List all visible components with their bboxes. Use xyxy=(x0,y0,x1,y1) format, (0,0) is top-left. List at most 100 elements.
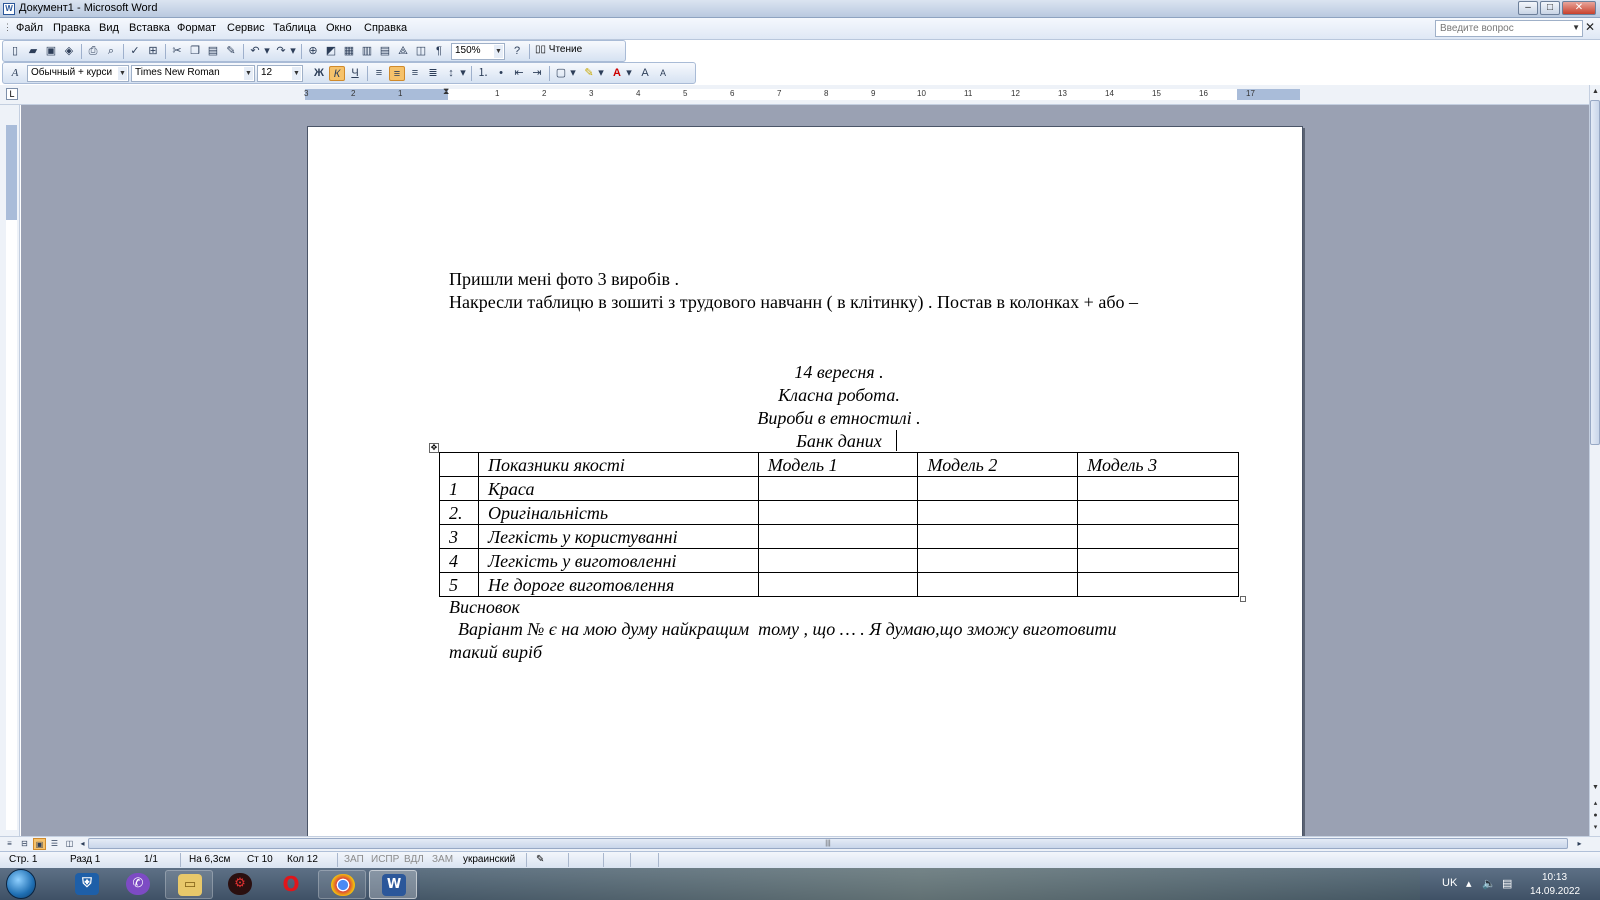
format-painter-icon[interactable]: ✎ xyxy=(223,44,239,59)
chevron-down-icon[interactable]: ▾ xyxy=(625,66,633,81)
status-track-changes[interactable]: ИСПР xyxy=(371,854,399,865)
table-cell[interactable] xyxy=(1077,572,1239,597)
table-cell[interactable] xyxy=(1077,524,1239,549)
italic-button[interactable]: К xyxy=(329,66,345,81)
status-extend-selection[interactable]: ВДЛ xyxy=(404,854,424,865)
document-map-icon[interactable]: ◫ xyxy=(413,44,429,59)
hyperlink-icon[interactable]: ⊕ xyxy=(305,44,321,59)
vertical-ruler[interactable] xyxy=(6,125,17,830)
close-button[interactable]: ✕ xyxy=(1562,1,1596,15)
menu-format[interactable]: Формат xyxy=(177,22,216,34)
chevron-down-icon[interactable]: ▾ xyxy=(569,66,577,81)
permission-icon[interactable]: ◈ xyxy=(61,44,77,59)
chevron-down-icon[interactable]: ▼ xyxy=(494,45,503,58)
print-icon[interactable]: ⎙ xyxy=(85,44,101,59)
tables-borders-icon[interactable]: ◩ xyxy=(323,44,339,59)
increase-indent-icon[interactable]: ⇥ xyxy=(529,66,545,81)
status-record-macro[interactable]: ЗАП xyxy=(344,854,364,865)
justify-icon[interactable]: ≣ xyxy=(425,66,441,81)
tab-selector-icon[interactable]: L xyxy=(6,88,18,100)
maximize-button[interactable]: □ xyxy=(1540,1,1560,15)
vertical-scroll-thumb[interactable] xyxy=(1590,100,1600,445)
web-layout-icon[interactable]: ⊟ xyxy=(18,838,31,850)
open-folder-icon[interactable]: ▰ xyxy=(25,44,41,59)
scroll-right-icon[interactable]: ▸ xyxy=(1573,838,1586,850)
status-language[interactable]: украинский xyxy=(463,854,515,865)
volume-icon[interactable]: 🔈 xyxy=(1482,877,1496,890)
menu-file[interactable]: Файл xyxy=(16,22,43,34)
highlight-icon[interactable]: ✎ xyxy=(581,66,597,81)
style-select[interactable]: Обычный + курси ▼ xyxy=(27,65,129,82)
table-cell[interactable] xyxy=(917,548,1079,573)
table-cell[interactable] xyxy=(757,572,919,597)
table-cell[interactable]: Оригінальність xyxy=(477,500,759,525)
print-preview-icon[interactable]: ⌕ xyxy=(103,44,119,59)
grow-font-icon[interactable]: A xyxy=(637,66,653,81)
normal-view-icon[interactable]: ≡ xyxy=(3,838,16,850)
table-cell[interactable] xyxy=(1077,476,1239,501)
word-app-icon[interactable]: W xyxy=(3,3,15,15)
table-cell[interactable] xyxy=(917,524,1079,549)
indent-marker-icon[interactable]: ⧗ xyxy=(443,86,449,97)
input-language[interactable]: UK xyxy=(1442,877,1457,889)
minimize-button[interactable]: – xyxy=(1518,1,1538,15)
table-cell[interactable]: Показники якості xyxy=(477,452,759,477)
taskbar-explorer[interactable]: ▭ xyxy=(165,870,213,899)
menu-tools[interactable]: Сервис xyxy=(227,22,265,34)
table-cell[interactable]: 4 xyxy=(439,548,479,573)
scroll-up-icon[interactable]: ▲ xyxy=(1590,86,1600,97)
spelling-icon[interactable]: ✓ xyxy=(127,44,143,59)
status-overtype[interactable]: ЗАМ xyxy=(432,854,453,865)
table-cell[interactable]: 2. xyxy=(439,500,479,525)
tray-expand-icon[interactable]: ▴ xyxy=(1466,877,1472,890)
table-cell[interactable] xyxy=(917,572,1079,597)
clock-time[interactable]: 10:13 xyxy=(1542,872,1567,883)
start-button[interactable] xyxy=(6,869,36,899)
table-cell[interactable] xyxy=(917,476,1079,501)
show-formatting-icon[interactable]: ¶ xyxy=(431,44,447,59)
table-cell[interactable] xyxy=(757,476,919,501)
styles-pane-icon[interactable]: A xyxy=(7,66,23,81)
taskbar-app-red[interactable]: ⚙ xyxy=(216,870,264,899)
menu-window[interactable]: Окно xyxy=(326,22,352,34)
bullets-icon[interactable]: • xyxy=(493,66,509,81)
taskbar-word[interactable]: W xyxy=(369,870,417,899)
borders-icon[interactable]: ▢ xyxy=(553,66,569,81)
chevron-down-icon[interactable]: ▼ xyxy=(118,67,127,80)
numbering-icon[interactable]: ⒈ xyxy=(475,66,491,81)
horizontal-ruler[interactable]: 3 2 1 1 2 3 4 5 6 7 8 9 10 11 12 13 14 1… xyxy=(304,89,1300,100)
table-cell[interactable] xyxy=(1077,500,1239,525)
save-icon[interactable]: ▣ xyxy=(43,44,59,59)
table-cell[interactable] xyxy=(757,548,919,573)
table-cell[interactable]: Легкість у користуванні xyxy=(477,524,759,549)
print-layout-icon[interactable]: ▣ xyxy=(33,838,46,850)
next-page-icon[interactable]: ▾ xyxy=(1590,822,1600,833)
decrease-indent-icon[interactable]: ⇤ xyxy=(511,66,527,81)
help-question-input[interactable]: Введите вопрос ▼ xyxy=(1435,20,1583,37)
underline-button[interactable]: Ч xyxy=(347,66,363,81)
taskbar-defender[interactable]: ⛨ xyxy=(63,870,111,899)
outline-view-icon[interactable]: ☰ xyxy=(48,838,61,850)
copy-icon[interactable]: ❐ xyxy=(187,44,203,59)
toolbar-grip-icon[interactable]: ⋮ xyxy=(3,22,12,36)
new-document-icon[interactable]: ▯ xyxy=(7,44,23,59)
menu-table[interactable]: Таблица xyxy=(273,22,316,34)
redo-icon[interactable]: ↷ xyxy=(273,44,289,59)
table-cell[interactable]: Легкість у виготовленні xyxy=(477,548,759,573)
taskbar-chrome[interactable] xyxy=(318,870,366,899)
font-size-select[interactable]: 12 ▼ xyxy=(257,65,303,82)
horizontal-scroll-thumb[interactable]: ||| xyxy=(88,838,1568,849)
table-cell[interactable]: Не дороге виготовлення xyxy=(477,572,759,597)
line-spacing-icon[interactable]: ↕ xyxy=(443,66,459,81)
table-cell[interactable]: Модель 2 xyxy=(917,452,1079,477)
menu-edit[interactable]: Правка xyxy=(53,22,90,34)
taskbar-viber[interactable]: ✆ xyxy=(114,870,162,899)
font-select[interactable]: Times New Roman ▼ xyxy=(131,65,255,82)
table-cell[interactable]: Модель 1 xyxy=(757,452,919,477)
paste-icon[interactable]: ▤ xyxy=(205,44,221,59)
quality-table[interactable]: Показники якості Модель 1 Модель 2 Модел… xyxy=(439,452,1239,597)
table-cell[interactable]: Модель 3 xyxy=(1077,452,1239,477)
table-cell[interactable] xyxy=(757,524,919,549)
table-cell[interactable] xyxy=(757,500,919,525)
undo-dropdown-icon[interactable]: ▾ xyxy=(263,44,271,59)
